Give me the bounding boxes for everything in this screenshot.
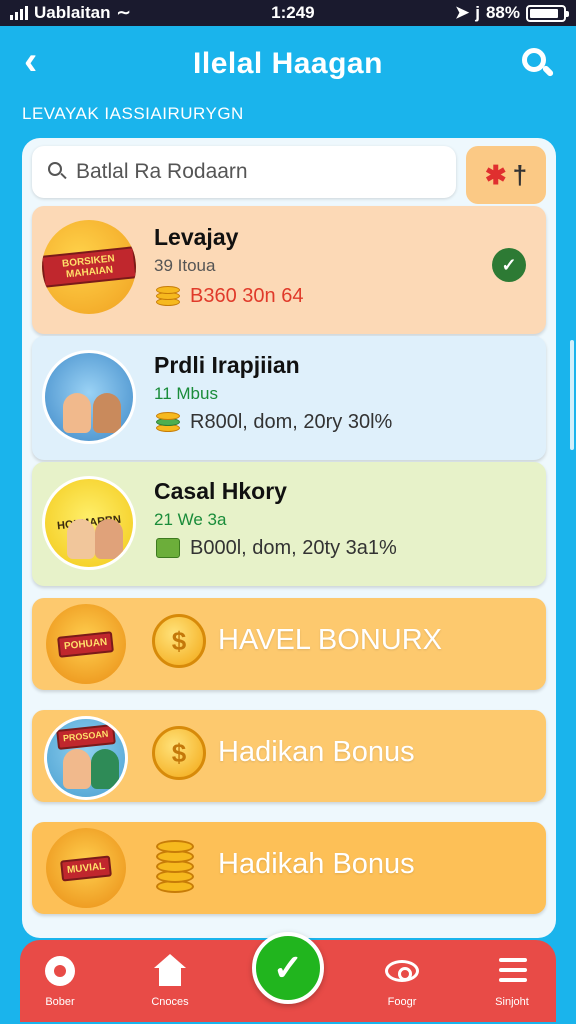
eye-icon [385, 954, 419, 988]
nav-item-bober[interactable]: Bober [20, 954, 100, 1008]
card-meta-text: B360 30n 64 [190, 284, 304, 307]
chevron-left-icon: ‹ [24, 39, 38, 83]
clock: 1:249 [271, 3, 315, 22]
bonus-label: Hadikah Bonus [218, 848, 415, 880]
thumbnail-banner: PROSOAN [56, 724, 116, 750]
card-meta: R800l, dom, 20ry 30l% [154, 410, 392, 434]
card-meta: B000l, dom, 20ty 3a1% [154, 536, 397, 560]
bluetooth-icon: ϳ [475, 3, 480, 22]
coins-icon [154, 840, 198, 896]
thumbnail-banner: BORSIKEN MAHAIAN [42, 246, 136, 288]
wifi-icon: ∼ [116, 3, 131, 22]
battery-icon [526, 4, 569, 22]
scrollbar[interactable] [570, 340, 574, 450]
nav-label: Cnoces [151, 996, 189, 1008]
card-subtitle: 21 We 3a [154, 510, 227, 529]
home-icon [153, 954, 187, 988]
kid-figure [91, 749, 119, 789]
card-title: Casal Hkory [154, 478, 287, 504]
bonus-label: HAVEL BONURX [218, 624, 442, 656]
center-action-button[interactable]: ✓ [252, 932, 324, 1004]
check-icon: ✓ [272, 947, 304, 988]
card-meta: B360 30n 64 [154, 284, 303, 308]
battery-percent: 88% [485, 3, 520, 22]
kid-figure [67, 519, 95, 559]
card-title: Prdli Irapjiian [154, 352, 300, 378]
card-panel: ✱ † BORSIKEN MAHAIAN Levajay 39 Itoua B3… [22, 138, 556, 938]
search-button[interactable] [520, 46, 555, 80]
card-subtitle: 39 Itoua [154, 256, 216, 275]
gear-icon [43, 954, 77, 988]
coins-icon [154, 410, 182, 434]
thumbnail-image: POHUAN [46, 604, 126, 684]
section-label: LEVAYAK IASSIAIRURYGN [22, 104, 244, 123]
kid-figure [63, 393, 91, 433]
location-icon: ➤ [454, 3, 470, 22]
nav-label: Bober [45, 996, 75, 1008]
list-item[interactable]: BORSIKEN MAHAIAN Levajay 39 Itoua B360 3… [32, 206, 546, 334]
kid-figure [95, 519, 123, 559]
carrier-label: Uablaitan [34, 3, 111, 22]
list-item[interactable]: Prdli Irapjiian 11 Mbus R800l, dom, 20ry… [32, 336, 546, 460]
thumbnail-image [42, 350, 136, 444]
page-title: Ilelal Haagan [193, 47, 383, 80]
gift-box-icon [154, 536, 182, 560]
search-box [32, 146, 456, 198]
list-item[interactable]: HOLMARBN Casal Hkory 21 We 3a B000l, dom… [32, 462, 546, 586]
back-button[interactable]: ‹ [24, 41, 58, 81]
bonus-item[interactable]: PROSOAN $ Hadikan Bonus [32, 710, 546, 802]
app-header: ‹ Ilelal Haagan [0, 26, 576, 102]
coin-icon: $ [152, 614, 206, 668]
bonus-label: Hadikan Bonus [218, 736, 415, 768]
kid-figure [93, 393, 121, 433]
search-input[interactable] [76, 160, 436, 184]
card-subtitle: 11 Mbus [154, 384, 218, 403]
coin-icon: $ [152, 726, 206, 780]
menu-icon [495, 954, 529, 988]
nav-label: Foogr [387, 996, 417, 1008]
bonus-item[interactable]: POHUAN $ HAVEL BONURX [32, 598, 546, 690]
thumbnail-banner: MUVIAL [59, 854, 113, 882]
signal-icon [10, 6, 28, 20]
filter-button[interactable]: ✱ † [466, 146, 546, 204]
thumbnail-image: BORSIKEN MAHAIAN [42, 220, 136, 314]
status-bar: Uablaitan ∼ 1:249 ➤ ϳ 88% [0, 0, 576, 26]
kid-figure [63, 749, 91, 789]
card-title: Levajay [154, 224, 239, 250]
nav-label: Sinjoht [495, 996, 529, 1008]
thumbnail-image: HOLMARBN [42, 476, 136, 570]
thumbnail-image: MUVIAL [46, 828, 126, 908]
bottom-nav: Bober Cnoces ✓ Foogr Sinjoht [20, 932, 556, 1022]
thumbnail-image: PROSOAN [44, 716, 128, 800]
nav-item-foogr[interactable]: Foogr [362, 954, 442, 1008]
thumbnail-banner: POHUAN [57, 630, 115, 658]
pin-icon: † [512, 159, 528, 190]
search-row: ✱ † [32, 146, 546, 204]
nav-item-cnoces[interactable]: Cnoces [130, 954, 210, 1008]
filter-icon: ✱ [484, 159, 507, 190]
coins-icon [154, 284, 182, 308]
bonus-item[interactable]: MUVIAL Hadikah Bonus [32, 822, 546, 914]
check-badge-icon: ✓ [492, 248, 526, 282]
search-icon [48, 162, 68, 182]
nav-item-sinjoht[interactable]: Sinjoht [472, 954, 552, 1008]
card-meta-text: R800l, dom, 20ry 30l% [190, 410, 393, 433]
card-meta-text: B000l, dom, 20ty 3a1% [190, 536, 397, 559]
